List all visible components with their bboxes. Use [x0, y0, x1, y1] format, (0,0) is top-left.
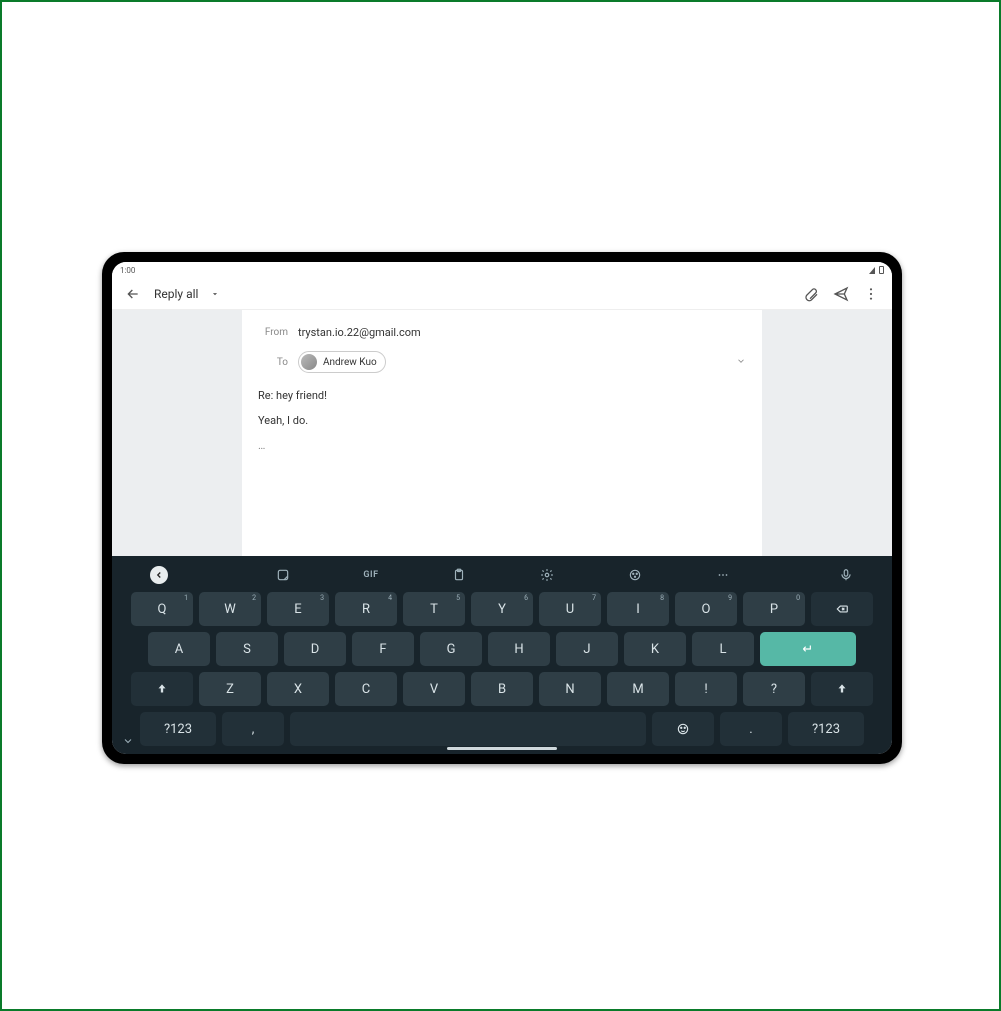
enter-key[interactable] [760, 632, 856, 666]
key-e[interactable]: E3 [267, 592, 329, 626]
screen: 1:00 Reply all [112, 262, 892, 754]
key-j[interactable]: J [556, 632, 618, 666]
recipient-chip[interactable]: Andrew Kuo [298, 351, 386, 373]
space-key[interactable] [290, 712, 646, 746]
from-row[interactable]: From trystan.io.22@gmail.com [258, 320, 746, 345]
gif-button[interactable]: GIF [363, 567, 379, 583]
subject-field[interactable]: Re: hey friend! [258, 379, 746, 408]
key-t[interactable]: T5 [403, 592, 465, 626]
key-q[interactable]: Q1 [131, 592, 193, 626]
key-k[interactable]: K [624, 632, 686, 666]
key-v[interactable]: V [403, 672, 465, 706]
status-bar: 1:00 [112, 262, 892, 278]
key-r[interactable]: R4 [335, 592, 397, 626]
key-b[interactable]: B [471, 672, 533, 706]
key-i[interactable]: I8 [607, 592, 669, 626]
from-value: trystan.io.22@gmail.com [298, 326, 421, 339]
home-indicator[interactable] [447, 747, 557, 750]
reply-mode-dropdown-icon[interactable] [210, 285, 220, 303]
to-label: To [258, 357, 288, 368]
from-label: From [258, 327, 288, 338]
key-m[interactable]: M [607, 672, 669, 706]
symbols-left-key[interactable]: ?123 [140, 712, 216, 746]
key-bang[interactable]: ! [675, 672, 737, 706]
mic-icon[interactable] [838, 567, 854, 583]
keyboard: GIF Q1W2E3R4T5Y6U7I8O9P0 ASDFGHJKL ZXCVB… [112, 556, 892, 754]
keyboard-collapse-icon[interactable] [122, 735, 134, 750]
tablet-frame: 1:00 Reply all [102, 252, 902, 764]
toolbar-title: Reply all [154, 287, 198, 301]
symbols-right-key[interactable]: ?123 [788, 712, 864, 746]
key-u[interactable]: U7 [539, 592, 601, 626]
key-l[interactable]: L [692, 632, 754, 666]
keyboard-toolbar: GIF [140, 562, 864, 592]
key-d[interactable]: D [284, 632, 346, 666]
compose-canvas: From trystan.io.22@gmail.com To Andrew K… [112, 310, 892, 556]
key-c[interactable]: C [335, 672, 397, 706]
key-question[interactable]: ? [743, 672, 805, 706]
wifi-icon [869, 267, 875, 274]
body-field[interactable]: Yeah, I do. [258, 408, 746, 433]
key-n[interactable]: N [539, 672, 601, 706]
key-w[interactable]: W2 [199, 592, 261, 626]
shift-left-key[interactable] [131, 672, 193, 706]
key-f[interactable]: F [352, 632, 414, 666]
expand-recipients-icon[interactable] [736, 356, 746, 369]
battery-icon [879, 266, 884, 274]
key-g[interactable]: G [420, 632, 482, 666]
clipboard-icon[interactable] [451, 567, 467, 583]
attach-icon[interactable] [802, 285, 820, 303]
emoji-key[interactable] [652, 712, 714, 746]
app-toolbar: Reply all [112, 278, 892, 310]
sticker-icon[interactable] [275, 567, 291, 583]
keyboard-back-icon[interactable] [150, 566, 168, 584]
theme-icon[interactable] [627, 567, 643, 583]
period-key[interactable]: . [720, 712, 782, 746]
shift-right-key[interactable] [811, 672, 873, 706]
more-icon[interactable] [862, 285, 880, 303]
recipient-name: Andrew Kuo [323, 357, 377, 368]
more-tools-icon[interactable] [715, 567, 731, 583]
key-s[interactable]: S [216, 632, 278, 666]
to-row[interactable]: To Andrew Kuo [258, 345, 746, 379]
avatar [301, 354, 317, 370]
quoted-text-toggle[interactable]: … [258, 433, 746, 452]
settings-icon[interactable] [539, 567, 555, 583]
back-icon[interactable] [124, 285, 142, 303]
key-o[interactable]: O9 [675, 592, 737, 626]
comma-key[interactable]: , [222, 712, 284, 746]
key-h[interactable]: H [488, 632, 550, 666]
key-y[interactable]: Y6 [471, 592, 533, 626]
send-icon[interactable] [832, 285, 850, 303]
status-time: 1:00 [120, 266, 135, 275]
compose-card: From trystan.io.22@gmail.com To Andrew K… [242, 310, 762, 556]
key-a[interactable]: A [148, 632, 210, 666]
backspace-key[interactable] [811, 592, 873, 626]
key-p[interactable]: P0 [743, 592, 805, 626]
key-z[interactable]: Z [199, 672, 261, 706]
key-x[interactable]: X [267, 672, 329, 706]
